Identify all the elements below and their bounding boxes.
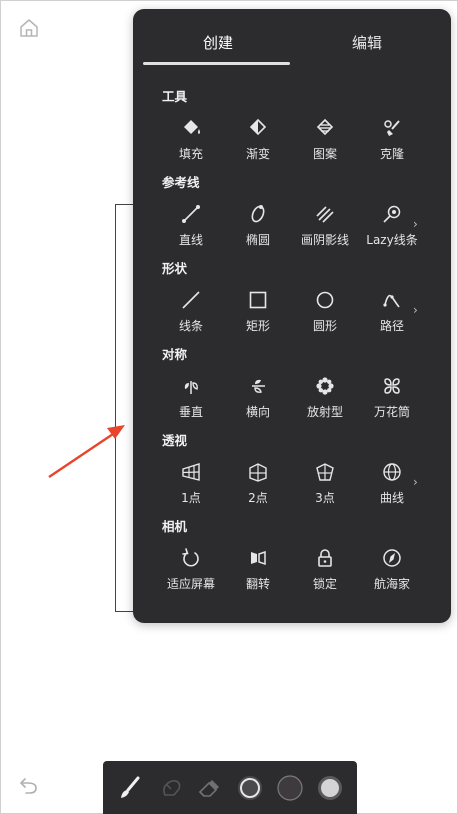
three-point-perspective-icon (316, 463, 334, 481)
tab-create[interactable]: 创建 (203, 32, 233, 53)
color-swatch-icon[interactable] (275, 773, 305, 803)
annotation-arrow (48, 425, 125, 478)
smudge-icon[interactable] (157, 773, 187, 803)
radial-symmetry-icon (316, 377, 334, 395)
vertical-symmetry-icon (184, 381, 198, 394)
brush-icon[interactable] (115, 773, 145, 803)
flip-icon (251, 550, 266, 566)
section-title-perspective: 透视 (162, 433, 188, 448)
tool-kaleidoscope[interactable]: 万花筒 (352, 375, 432, 425)
path-icon (383, 294, 400, 308)
tool-kaleidoscope-label: 万花筒 (373, 405, 410, 419)
opacity-icon[interactable] (315, 773, 345, 803)
tool-one-point-label: 1点 (181, 491, 201, 505)
guides-more-chevron-icon[interactable]: › (413, 217, 423, 231)
brush-size-icon[interactable] (235, 773, 265, 803)
tools-row: 填充 渐变 图案 克隆 (133, 117, 451, 167)
tool-fill-label: 填充 (178, 147, 203, 161)
fit-screen-icon (182, 548, 199, 567)
tool-vertical-symmetry-label: 垂直 (178, 405, 203, 419)
tool-ellipse-guide-label: 椭圆 (245, 233, 270, 247)
eraser-icon[interactable] (194, 773, 224, 803)
section-title-guides: 参考线 (162, 175, 200, 190)
lazy-line-icon (383, 205, 401, 223)
tool-hatching-guide-label: 画阴影线 (300, 233, 349, 247)
navigator-compass-icon (383, 549, 401, 567)
actions-panel: 创建 编辑 工具 填充 渐变 图案 克隆 参考线 直线 椭圆 画阴影线 Lazy… (133, 9, 451, 623)
clone-stamp-icon (384, 120, 400, 136)
tool-three-point-label: 3点 (315, 491, 335, 505)
section-title-shapes: 形状 (162, 261, 188, 276)
tab-edit[interactable]: 编辑 (352, 32, 382, 53)
tool-pattern-label: 图案 (312, 147, 337, 161)
kaleidoscope-icon (384, 378, 400, 394)
tool-line-shape-label: 线条 (178, 319, 203, 333)
tool-flip-label: 翻转 (245, 577, 270, 591)
line-shape-icon (182, 291, 200, 309)
tool-two-point-label: 2点 (248, 491, 268, 505)
symmetry-row: 垂直 横向 放射型 万花筒 (133, 375, 451, 425)
lock-icon (318, 549, 332, 567)
tool-curvilinear-label: 曲线 (379, 491, 404, 505)
tool-lazy-line-label: Lazy线条 (366, 233, 418, 247)
section-title-tools: 工具 (162, 89, 188, 104)
pattern-icon (316, 118, 334, 136)
hatching-icon (316, 206, 334, 223)
home-button[interactable] (18, 17, 40, 39)
fill-icon (184, 120, 200, 134)
undo-icon (20, 778, 37, 794)
shapes-more-chevron-icon[interactable]: › (413, 303, 423, 317)
bottom-toolbar (103, 761, 357, 814)
one-point-perspective-icon (182, 463, 200, 481)
tool-path-label: 路径 (379, 319, 404, 333)
tool-radial-symmetry-label: 放射型 (306, 405, 343, 419)
horizontal-symmetry-icon (252, 379, 265, 393)
tool-rectangle-label: 矩形 (245, 319, 270, 333)
panel-tabs: 创建 编辑 (133, 9, 451, 67)
perspective-row: 1点 2点 3点 曲线 › (133, 461, 451, 511)
line-guide-icon (182, 205, 200, 223)
rectangle-icon (249, 291, 267, 309)
tool-horizontal-symmetry-label: 横向 (245, 405, 270, 419)
gradient-icon (249, 118, 267, 136)
home-icon (20, 19, 38, 37)
perspective-more-chevron-icon[interactable]: › (413, 475, 423, 489)
tool-gradient-label: 渐变 (245, 147, 270, 161)
undo-button[interactable] (17, 777, 41, 797)
tool-clone[interactable]: 克隆 (352, 117, 432, 167)
tool-circle-label: 圆形 (312, 319, 337, 333)
section-title-camera: 相机 (162, 519, 188, 534)
shapes-row: 线条 矩形 圆形 路径 › (133, 289, 451, 339)
camera-row: 适应屏幕 翻转 锁定 航海家 (133, 547, 451, 597)
tool-fit-screen-label: 适应屏幕 (166, 577, 215, 591)
tool-line-guide-label: 直线 (178, 233, 203, 247)
tool-clone-label: 克隆 (379, 147, 404, 161)
active-tab-indicator (143, 62, 290, 65)
ellipse-guide-icon (251, 205, 265, 223)
section-title-symmetry: 对称 (162, 347, 188, 362)
curvilinear-perspective-icon (383, 463, 401, 481)
guides-row: 直线 椭圆 画阴影线 Lazy线条 › (133, 203, 451, 253)
circle-icon (316, 291, 334, 309)
tool-lock-label: 锁定 (312, 577, 337, 591)
tool-navigator-label: 航海家 (373, 577, 410, 591)
tool-navigator[interactable]: 航海家 (352, 547, 432, 597)
two-point-perspective-icon (249, 463, 267, 482)
